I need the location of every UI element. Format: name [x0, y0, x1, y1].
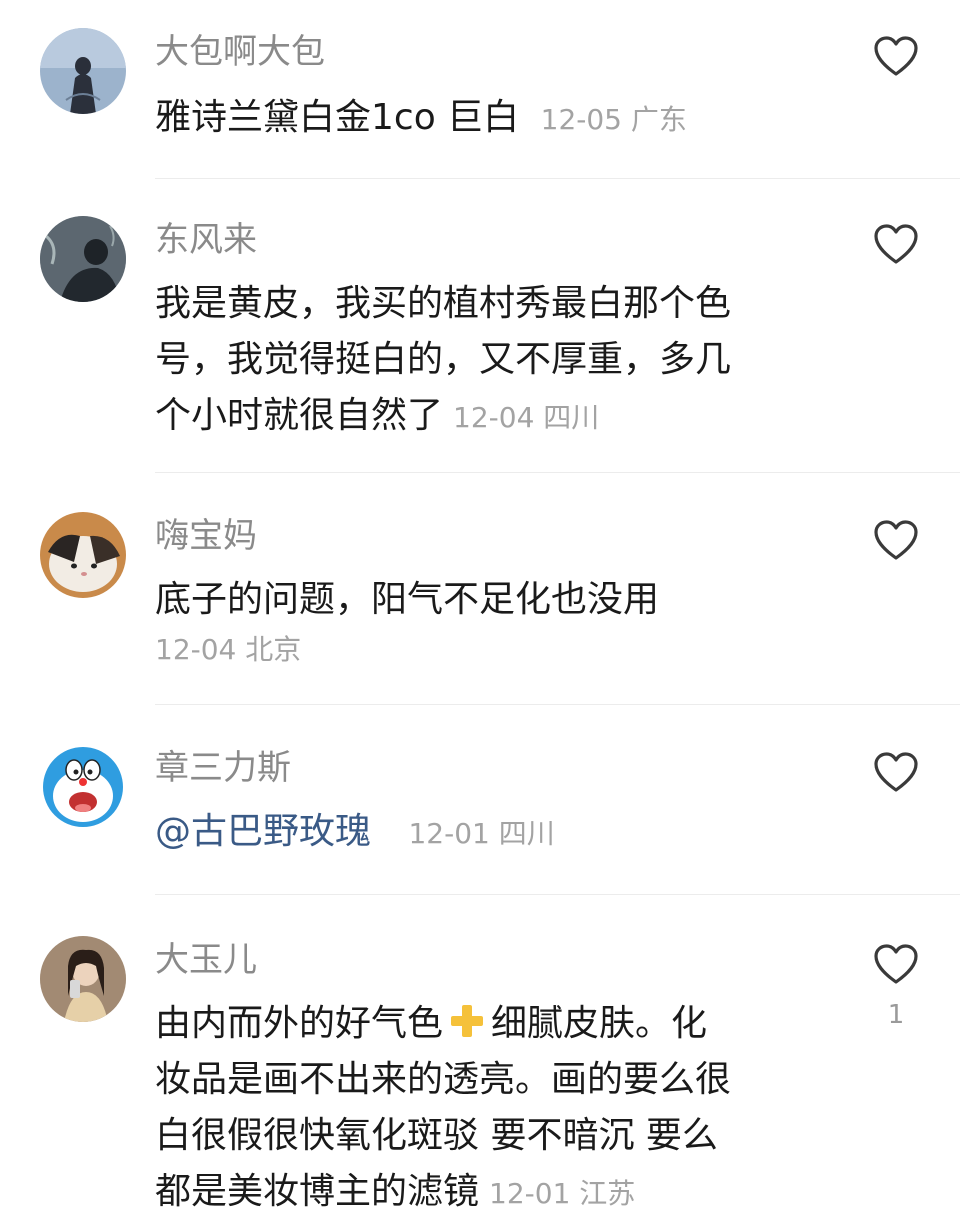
cat-avatar	[40, 512, 126, 598]
comment-date: 12-01	[408, 817, 490, 850]
avatar[interactable]	[40, 216, 126, 302]
avatar[interactable]	[40, 936, 126, 1022]
like-count: 1	[887, 1000, 905, 1030]
comment-location: 四川	[543, 401, 600, 434]
comment-date: 12-04	[453, 401, 535, 434]
mention-link[interactable]: @古巴野玫瑰	[155, 811, 371, 852]
like-button[interactable]	[872, 518, 920, 562]
username[interactable]: 大包啊大包	[155, 32, 325, 72]
username[interactable]: 东风来	[155, 220, 257, 260]
comment-text-content: 细腻皮肤。化	[491, 1003, 708, 1044]
heart-icon	[874, 944, 918, 984]
comment-text-line: 我是黄皮，我买的植村秀最白那个色	[155, 283, 732, 324]
comment-text-content: 底子的问题，阳气不足化也没用	[155, 579, 660, 620]
comment-text-content: 都是美妆博主的滤镜	[155, 1171, 480, 1212]
dark-figure-avatar	[40, 216, 126, 302]
comment-meta: 12-04 北京	[155, 630, 301, 670]
divider	[155, 894, 960, 895]
comment-location: 江苏	[579, 1177, 636, 1210]
comment-text-line: 由内而外的好气色 细腻皮肤。化	[155, 996, 825, 1052]
avatar[interactable]	[40, 512, 126, 598]
comment-date: 12-04	[155, 633, 237, 666]
avatar[interactable]	[40, 744, 126, 830]
heart-icon	[874, 752, 918, 792]
divider	[155, 704, 960, 705]
comment-text-line: 白很假很快氧化斑驳 要不暗沉 要么	[155, 1115, 718, 1156]
comment-text-line: 号，我觉得挺白的，又不厚重，多几	[155, 339, 732, 380]
doraemon-avatar	[40, 744, 126, 830]
comment-date: 12-05	[540, 103, 622, 136]
comment-meta: 12-04 四川	[453, 401, 599, 434]
heart-icon	[874, 224, 918, 264]
comment-text-line: 妆品是画不出来的透亮。画的要么很	[155, 1059, 732, 1100]
comment-text: 我是黄皮，我买的植村秀最白那个色 号，我觉得挺白的，又不厚重，多几 个小时就很自…	[155, 276, 825, 446]
like-button[interactable]	[872, 222, 920, 266]
heart-icon	[874, 36, 918, 76]
divider	[155, 472, 960, 473]
comment-text-content: 雅诗兰黛白金1co 巨白	[155, 97, 520, 138]
divider	[155, 178, 960, 179]
like-button[interactable]	[872, 942, 920, 986]
comment-location: 广东	[630, 103, 687, 136]
comment-text: 由内而外的好气色 细腻皮肤。化 妆品是画不出来的透亮。画的要么很 白很假很快氧化斑…	[155, 996, 825, 1215]
username[interactable]: 大玉儿	[155, 940, 257, 980]
comment-text-content: 个小时就很自然了	[155, 395, 444, 436]
comment-text: 底子的问题，阳气不足化也没用	[155, 572, 825, 628]
comment-list: 大包啊大包 雅诗兰黛白金1co 巨白 12-05 广东 东风来 我是黄皮，我买的…	[0, 0, 960, 1215]
comment-text-line-last: 都是美妆博主的滤镜 12-01 江苏	[155, 1164, 825, 1215]
plus-emoji-icon	[451, 1005, 484, 1037]
comment-text-line-last: 个小时就很自然了 12-04 四川	[155, 388, 825, 446]
heart-icon	[874, 520, 918, 560]
comment-location: 北京	[245, 633, 302, 666]
comment-date: 12-01	[489, 1177, 571, 1210]
woman-silhouette-avatar	[40, 28, 126, 114]
comment-meta: 12-05 广东	[541, 103, 687, 136]
comment-text-content: 由内而外的好气色	[155, 1003, 444, 1044]
like-button[interactable]	[872, 34, 920, 78]
like-button[interactable]	[872, 750, 920, 794]
avatar[interactable]	[40, 28, 126, 114]
username[interactable]: 嗨宝妈	[155, 516, 257, 556]
comment-location: 四川	[498, 817, 555, 850]
comment-text: 雅诗兰黛白金1co 巨白 12-05 广东	[155, 90, 825, 148]
username[interactable]: 章三力斯	[155, 748, 291, 788]
comment-meta: 12-01 四川	[408, 817, 554, 850]
comment-meta: 12-01 江苏	[489, 1177, 635, 1210]
comment-text: @古巴野玫瑰 12-01 四川	[155, 804, 825, 862]
girl-selfie-avatar	[40, 936, 126, 1022]
